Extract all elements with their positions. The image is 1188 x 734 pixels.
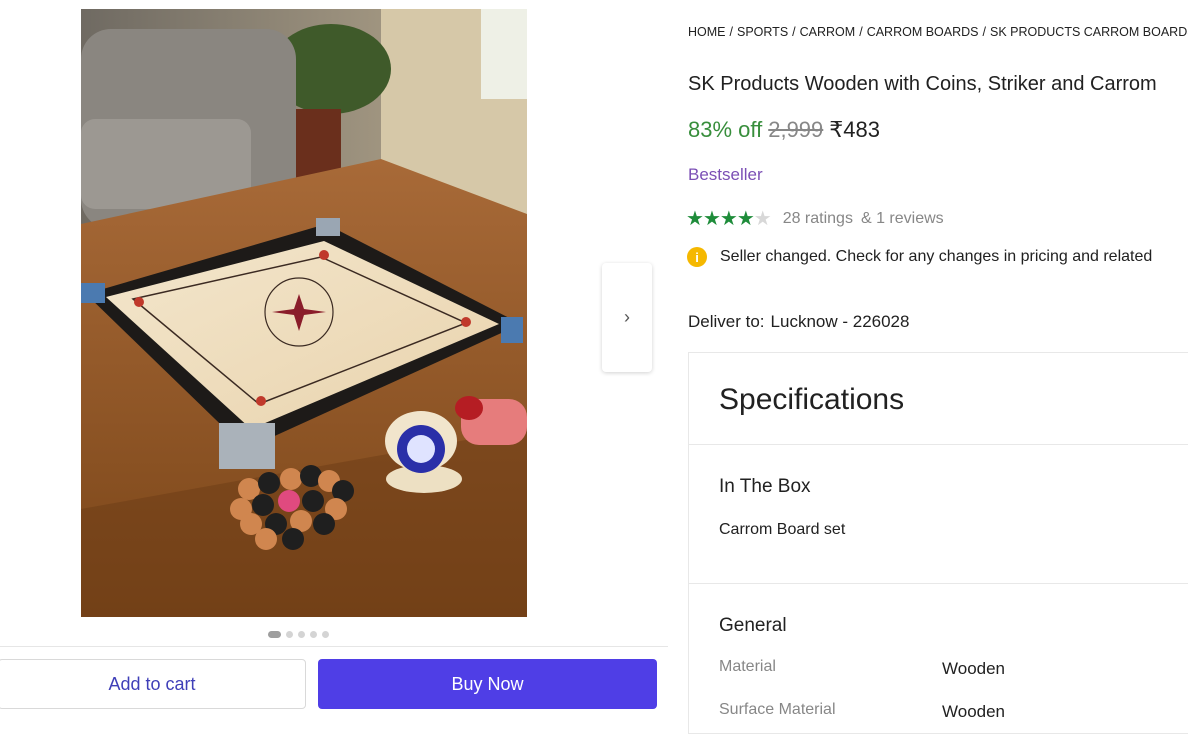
product-title: SK Products Wooden with Coins, Striker a… [688,73,1157,95]
price-row: 83% off 2,999 ₹483 [688,117,880,143]
carousel-dot[interactable] [268,631,281,638]
specifications-card: Specifications In The Box Carrom Board s… [688,352,1188,734]
rating-row[interactable]: ★★★★★ 28 ratings & 1 reviews [686,206,944,231]
star-filled-icon: ★ [719,208,738,230]
breadcrumb-item-carrom[interactable]: CARROM [800,25,856,39]
spec-value-material: Wooden [942,659,1006,678]
breadcrumb: HOME / SPORTS / CARROM / CARROM BOARDS / SK PROD… [688,25,1188,39]
info-icon: i [687,247,707,267]
action-bar: Add to cart Buy Now [0,646,668,726]
next-image-button[interactable]: › [602,263,652,372]
divider [689,444,1188,445]
deliver-to[interactable]: Deliver to: Lucknow - 226028 [688,312,909,332]
star-filled-icon: ★ [702,208,721,230]
discount-label: 83% off [688,117,763,142]
breadcrumb-item-current: SK PRODUCTS CARROM BOARDS [990,25,1188,39]
add-to-cart-button[interactable]: Add to cart [0,659,306,709]
spec-key-material: Material [719,658,776,675]
specifications-title: Specifications [719,383,905,416]
chevron-right-icon: › [624,307,630,327]
reviews-count: & 1 reviews [860,209,944,227]
breadcrumb-item-sports[interactable]: SPORTS [737,25,788,39]
divider [689,583,1188,584]
seller-notice: i Seller changed. Check for any changes … [687,247,1152,267]
deliver-location: Lucknow - 226028 [770,312,910,331]
star-empty-icon: ★ [753,208,772,230]
carousel-dot[interactable] [298,631,305,638]
mrp-price: 2,999 [768,117,824,142]
carousel-dot[interactable] [310,631,317,638]
carousel-dot[interactable] [322,631,329,638]
in-the-box-heading: In The Box [719,476,811,497]
star-filled-icon: ★ [736,208,755,230]
star-filled-icon: ★ [686,208,704,230]
breadcrumb-item-carrom-boards[interactable]: CARROM BOARDS [867,25,979,39]
seller-notice-text: Seller changed. Check for any changes in… [720,248,1153,265]
carousel-dot[interactable] [286,631,293,638]
bestseller-badge: Bestseller [688,165,763,184]
spec-value-surface-material: Wooden [942,702,1006,721]
carrom-board-photo [81,9,527,617]
product-image[interactable] [81,9,527,617]
buy-now-button[interactable]: Buy Now [318,659,657,709]
star-rating: ★★★★★ [686,206,772,231]
spec-key-surface-material: Surface Material [719,701,836,718]
in-the-box-text: Carrom Board set [719,521,846,538]
carousel-dots [268,631,329,638]
deliver-label: Deliver to: [688,312,765,331]
general-heading: General [719,615,787,636]
breadcrumb-item-home[interactable]: HOME [688,25,726,39]
selling-price: ₹483 [829,117,880,142]
ratings-count: 28 ratings [782,209,853,227]
